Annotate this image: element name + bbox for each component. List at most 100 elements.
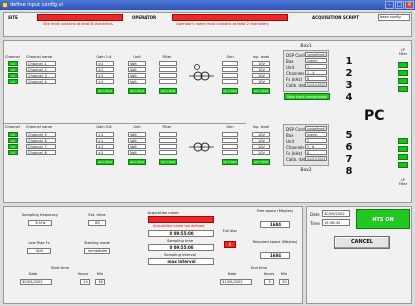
gen-7[interactable] — [222, 144, 238, 149]
filter-6[interactable] — [159, 138, 177, 143]
gen-2[interactable] — [222, 67, 238, 72]
sampling-time-field[interactable]: 0 09:55:00 — [148, 244, 214, 251]
low-pass-field[interactable]: 400 — [27, 248, 51, 254]
view-input-config-button[interactable]: View input configuration — [284, 93, 330, 100]
sampling-frequency-select[interactable]: 8 kHz — [28, 220, 52, 226]
gain-6[interactable]: ×1 — [96, 138, 114, 143]
level-8[interactable]: 10V — [252, 150, 270, 155]
gain-5[interactable]: ×1 — [96, 132, 114, 137]
sampling-interval-select[interactable]: max interval — [148, 258, 214, 265]
level-all-first-button-1[interactable]: all = first — [252, 88, 270, 94]
end-hours-field[interactable]: 3 — [264, 279, 274, 285]
level-5[interactable]: 10V — [252, 132, 270, 137]
gen-8[interactable] — [222, 150, 238, 155]
gain-2[interactable]: ×1 — [96, 67, 114, 72]
channel-7-toggle[interactable]: on — [8, 144, 18, 149]
close-button[interactable]: × — [405, 1, 414, 9]
filter-5[interactable] — [159, 132, 177, 137]
channel-6-toggle[interactable]: on — [8, 138, 18, 143]
lp-filter-toggle-6[interactable] — [398, 146, 408, 152]
channel-1-toggle[interactable]: on — [8, 61, 18, 66]
pc-number: 1 — [345, 56, 353, 67]
title-bar: define input config.vi – □ × — [0, 0, 415, 10]
gen-1[interactable] — [222, 61, 238, 66]
gen-all-first-button-2[interactable]: all = first — [222, 159, 238, 165]
site-input[interactable] — [37, 14, 123, 21]
filter-2[interactable] — [159, 67, 177, 72]
lp-filter-toggle-2[interactable] — [398, 70, 408, 76]
unit-all-first-button-2[interactable]: all = first — [128, 159, 146, 165]
box1-info-label: Unit — [286, 65, 295, 70]
filter-all-first-button-2[interactable]: all = first — [159, 159, 177, 165]
lp-filter-toggle-4[interactable] — [398, 86, 408, 92]
channel-3-toggle[interactable]: on — [8, 73, 18, 78]
channel-7-name[interactable]: Channel_7 — [26, 144, 56, 149]
gen-5[interactable] — [222, 132, 238, 137]
start-min-label: Min — [96, 272, 104, 276]
gain-all-first-button-1[interactable]: all = first — [96, 88, 114, 94]
gain-7[interactable]: ×1 — [96, 144, 114, 149]
gen-4[interactable] — [222, 79, 238, 84]
channel-6-name[interactable]: Channel_6 — [26, 138, 56, 143]
minimize-button[interactable]: – — [385, 1, 394, 9]
unit-5[interactable]: Volt — [128, 132, 146, 137]
lp-filter-toggle-5[interactable] — [398, 138, 408, 144]
acquisition-name-input[interactable] — [148, 216, 214, 223]
gain-all-first-button-2[interactable]: all = first — [96, 159, 114, 165]
channel-5-toggle[interactable]: on — [8, 132, 18, 137]
lp-filter-toggle-1[interactable] — [398, 62, 408, 68]
gain-8[interactable]: ×1 — [96, 150, 114, 155]
level-1[interactable]: 10V — [252, 61, 270, 66]
start-min-field[interactable]: 36 — [95, 279, 105, 285]
level-all-first-button-2[interactable]: all = first — [252, 159, 270, 165]
filter-8[interactable] — [159, 150, 177, 155]
filter-all-first-button-1[interactable]: all = first — [159, 88, 177, 94]
unit-3[interactable]: Volt — [128, 73, 146, 78]
end-min-field[interactable]: 20 — [279, 279, 289, 285]
maximize-button[interactable]: □ — [395, 1, 404, 9]
level-6[interactable]: 10V — [252, 138, 270, 143]
starting-mode-select[interactable]: immediate — [84, 248, 110, 254]
level-7[interactable]: 10V — [252, 144, 270, 149]
level-3[interactable]: 10V — [252, 73, 270, 78]
unit-2[interactable]: Volt — [128, 67, 146, 72]
lp-filter-toggle-3[interactable] — [398, 78, 408, 84]
channel-2-toggle[interactable]: on — [8, 67, 18, 72]
channel-1-name[interactable]: Channel_1 — [26, 61, 56, 66]
channel-8-name[interactable]: Channel_8 — [26, 150, 56, 155]
site-label: SITE — [8, 15, 18, 20]
operator-input[interactable] — [172, 14, 288, 21]
channel-2-name[interactable]: Channel_2 — [26, 67, 56, 72]
script-input[interactable]: base config — [378, 14, 410, 21]
gain-3[interactable]: ×1 — [96, 73, 114, 78]
gen-all-first-button-1[interactable]: all = first — [222, 88, 238, 94]
filter-3[interactable] — [159, 73, 177, 78]
start-date-field[interactable]: 30/05/2002 — [20, 279, 52, 285]
lp-filter-toggle-8[interactable] — [398, 162, 408, 168]
cancel-button[interactable]: CANCEL — [334, 236, 390, 249]
channel-5-name[interactable]: Channel_5 — [26, 132, 56, 137]
channel-4-name[interactable]: Channel_4 — [26, 79, 56, 84]
unit-1[interactable]: Volt — [128, 61, 146, 66]
gain-4[interactable]: ×1 — [96, 79, 114, 84]
ext-drive-select[interactable]: ID\ — [88, 220, 106, 226]
unit-7[interactable]: Volt — [128, 144, 146, 149]
unit-8[interactable]: Volt — [128, 150, 146, 155]
filter-4[interactable] — [159, 79, 177, 84]
channel-3-name[interactable]: Channel_3 — [26, 73, 56, 78]
lp-filter-toggle-7[interactable] — [398, 154, 408, 160]
level-2[interactable]: 10V — [252, 67, 270, 72]
unit-all-first-button-1[interactable]: all = first — [128, 88, 146, 94]
level-4[interactable]: 10V — [252, 79, 270, 84]
unit-4[interactable]: Volt — [128, 79, 146, 84]
gain-1[interactable]: ×1 — [96, 61, 114, 66]
filter-7[interactable] — [159, 144, 177, 149]
filter-1[interactable] — [159, 61, 177, 66]
channel-4-toggle[interactable]: on — [8, 79, 18, 84]
gen-6[interactable] — [222, 138, 238, 143]
channel-8-toggle[interactable]: on — [8, 150, 18, 155]
gen-3[interactable] — [222, 73, 238, 78]
unit-6[interactable]: Volt — [128, 138, 146, 143]
start-hours-field[interactable]: 15 — [80, 279, 90, 285]
end-date-field[interactable]: 31/05/2002 — [220, 279, 252, 285]
